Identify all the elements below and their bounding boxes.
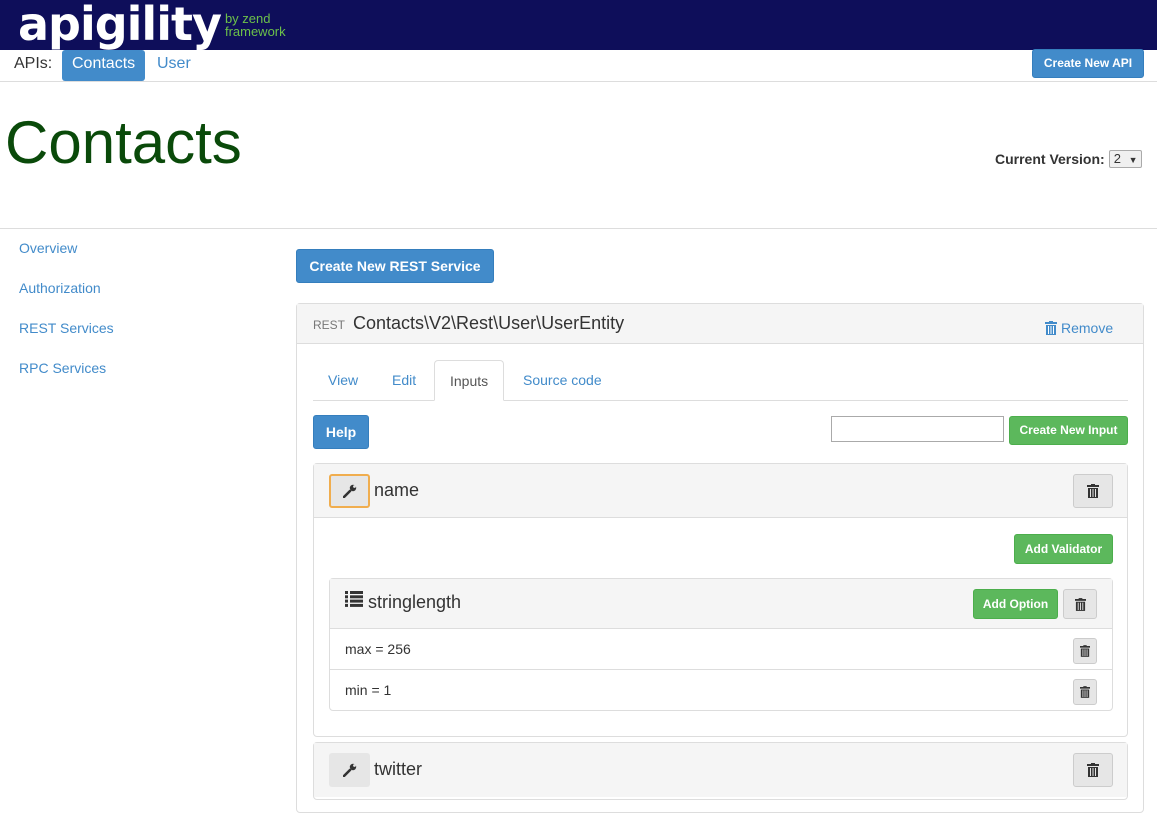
sidebar: Overview Authorization REST Services RPC…: [19, 240, 114, 400]
help-button[interactable]: Help: [313, 415, 369, 449]
logo-wordmark: apigility: [18, 0, 222, 51]
tab-edit[interactable]: Edit: [377, 360, 431, 401]
edit-input-button[interactable]: [329, 753, 370, 787]
input-card-header: twitter: [314, 743, 1127, 797]
service-panel: REST Contacts\V2\Rest\User\UserEntity Re…: [296, 303, 1144, 813]
input-name: twitter: [374, 759, 423, 779]
wrench-icon: [342, 763, 356, 777]
create-rest-service-button[interactable]: Create New REST Service: [296, 249, 494, 283]
option-row: min = 1: [330, 670, 1112, 711]
logo-subtitle: by zend framework: [225, 12, 286, 38]
option-text: max = 256: [345, 641, 411, 657]
validator-card: stringlength Add Option max = 256 min = …: [329, 578, 1113, 711]
delete-option-button[interactable]: [1073, 679, 1097, 705]
validator-name: stringlength: [368, 592, 462, 612]
tab-inputs[interactable]: Inputs: [434, 360, 505, 401]
delete-input-button[interactable]: [1073, 474, 1113, 508]
validator-header: stringlength Add Option: [330, 579, 1112, 629]
create-new-api-button[interactable]: Create New API: [1032, 49, 1144, 78]
top-bar: apigility by zend framework: [0, 0, 1157, 50]
delete-validator-button[interactable]: [1063, 589, 1097, 619]
trash-icon: [1087, 763, 1099, 777]
nav-api-user[interactable]: User: [147, 50, 201, 81]
header-divider: [0, 228, 1157, 229]
trash-icon: [1080, 645, 1090, 657]
delete-option-button[interactable]: [1073, 638, 1097, 664]
page-title: Contacts: [5, 109, 242, 176]
sidebar-item-rest-services[interactable]: REST Services: [19, 320, 114, 360]
version-select[interactable]: 2 ▼: [1108, 150, 1142, 168]
delete-input-button[interactable]: [1073, 753, 1113, 787]
option-row: max = 256: [330, 629, 1112, 670]
version-value: 2: [1113, 151, 1121, 166]
sidebar-item-rpc-services[interactable]: RPC Services: [19, 360, 114, 400]
trash-icon: [1087, 484, 1099, 498]
remove-service-link[interactable]: Remove: [1045, 320, 1113, 336]
sidebar-item-authorization[interactable]: Authorization: [19, 280, 114, 320]
service-panel-header: REST Contacts\V2\Rest\User\UserEntity Re…: [297, 304, 1143, 344]
apis-label: APIs:: [14, 55, 53, 72]
list-icon: [345, 591, 363, 607]
apigility-logo[interactable]: apigility by zend framework: [18, 0, 286, 51]
trash-icon: [1074, 597, 1086, 611]
edit-input-button[interactable]: [329, 474, 370, 508]
sidebar-item-overview[interactable]: Overview: [19, 240, 114, 280]
input-name: name: [374, 480, 420, 500]
trash-icon: [1080, 686, 1090, 698]
option-text: min = 1: [345, 682, 392, 698]
remove-label: Remove: [1061, 320, 1114, 336]
add-validator-button[interactable]: Add Validator: [1014, 534, 1113, 564]
input-card-twitter: twitter: [313, 742, 1128, 800]
tab-view[interactable]: View: [313, 360, 373, 401]
version-label: Current Version:: [995, 151, 1105, 167]
add-option-button[interactable]: Add Option: [973, 589, 1058, 619]
service-tabs: View Edit Inputs Source code: [313, 360, 1128, 401]
tab-source-code[interactable]: Source code: [508, 360, 617, 401]
trash-icon: [1045, 321, 1057, 335]
service-type-tag: REST: [313, 318, 346, 332]
input-card-name: name Add Validator stringlength Add Opti…: [313, 463, 1128, 737]
create-new-input-button[interactable]: Create New Input: [1009, 416, 1128, 445]
wrench-icon: [342, 484, 356, 498]
caret-down-icon: ▼: [1128, 155, 1138, 165]
new-input-field[interactable]: [831, 416, 1004, 442]
service-name: Contacts\V2\Rest\User\UserEntity: [353, 313, 625, 333]
input-card-header: name: [314, 464, 1127, 518]
current-version: Current Version: 2 ▼: [995, 150, 1142, 168]
nav-api-contacts[interactable]: Contacts: [62, 50, 145, 81]
logo-subtitle-line2: framework: [224, 24, 286, 39]
api-navbar: APIs: Contacts User: [0, 50, 1157, 82]
